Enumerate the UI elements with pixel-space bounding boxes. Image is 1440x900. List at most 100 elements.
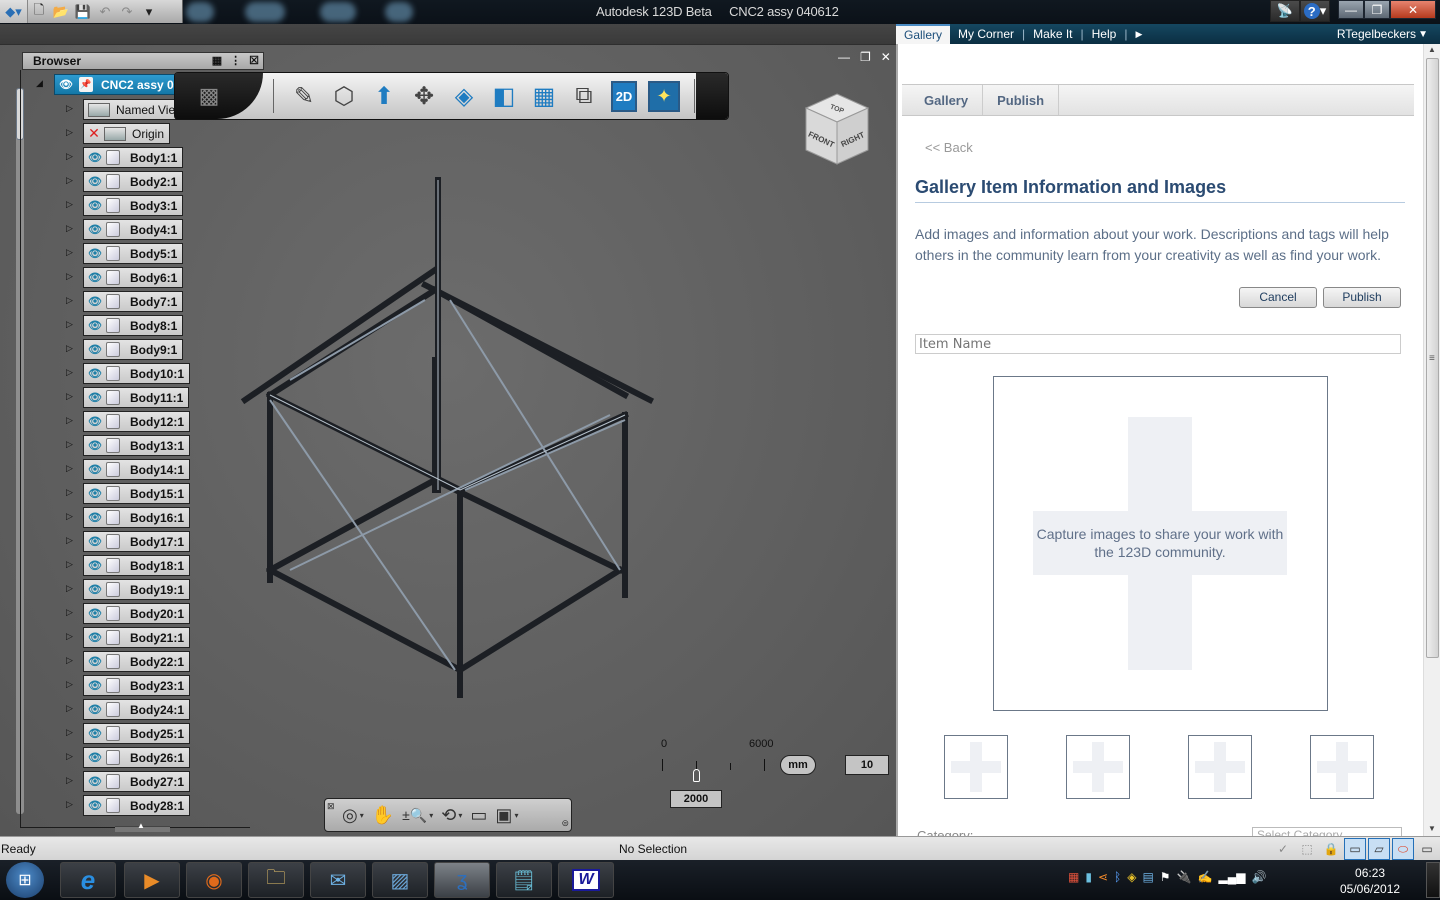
expand-arrow-icon[interactable]: ▷: [66, 607, 73, 618]
combine-tool[interactable]: ◧: [484, 76, 524, 116]
new-file-icon[interactable]: 🗋: [28, 2, 50, 22]
tree-node-body[interactable]: ▷ 👁 Body2:1: [66, 171, 184, 192]
show-desktop-button[interactable]: [1426, 862, 1440, 898]
tree-node-body[interactable]: ▷ 👁 Body24:1: [66, 699, 191, 720]
minimize-button[interactable]: —: [1338, 0, 1364, 19]
expand-arrow-icon[interactable]: ▷: [66, 583, 73, 594]
tree-node-body[interactable]: ▷ 👁 Body22:1: [66, 651, 191, 672]
expand-arrow-icon[interactable]: ▷: [66, 775, 73, 786]
tree-node-body[interactable]: ▷ 👁 Body23:1: [66, 675, 191, 696]
expand-arrow-icon[interactable]: ▷: [66, 439, 73, 450]
visibility-eye-icon[interactable]: 👁: [86, 463, 104, 476]
network-share-icon[interactable]: ⋖: [1098, 870, 1108, 884]
visibility-eye-icon[interactable]: 👁: [86, 535, 104, 548]
breadcrumb-gallery[interactable]: Gallery: [902, 85, 984, 115]
nav-toolbar-close-icon[interactable]: ⊠: [327, 801, 335, 812]
expand-arrow-icon[interactable]: ▷: [66, 415, 73, 426]
chevron-down-icon[interactable]: ▾: [360, 811, 364, 820]
volume-icon[interactable]: 🔊: [1251, 870, 1266, 884]
measure-tool[interactable]: ◈: [444, 76, 484, 116]
expand-arrow-icon[interactable]: ▷: [66, 367, 73, 378]
view-style-tool[interactable]: ▣ ▾: [492, 800, 521, 830]
expand-arrow-icon[interactable]: ▷: [66, 487, 73, 498]
expand-arrow-icon[interactable]: ▷: [66, 703, 73, 714]
visibility-eye-icon[interactable]: 👁: [86, 271, 104, 284]
panel-scrollbar[interactable]: ▲ ▼: [1423, 44, 1440, 836]
viewport-close-icon[interactable]: ✕: [881, 50, 891, 64]
open-folder-icon[interactable]: 📂: [50, 2, 72, 22]
taskbar-app-notepad[interactable]: 🗒: [496, 862, 552, 898]
bluetooth-icon[interactable]: ᛒ: [1114, 870, 1121, 884]
visibility-eye-icon[interactable]: 👁: [86, 511, 104, 524]
2d-drawing-tool[interactable]: 2D: [604, 76, 644, 116]
tree-node-body[interactable]: ▷ 👁 Body18:1: [66, 555, 191, 576]
device-icon[interactable]: ▮: [1085, 870, 1092, 884]
visibility-eye-icon[interactable]: 👁: [86, 679, 104, 692]
tree-node-body[interactable]: ▷ 👁 Body20:1: [66, 603, 191, 624]
scale-value-field[interactable]: 2000: [670, 790, 722, 808]
expand-arrow-icon[interactable]: ▷: [66, 343, 73, 354]
tree-node-body[interactable]: ▷ 👁 Body15:1: [66, 483, 191, 504]
cancel-button[interactable]: Cancel: [1239, 287, 1317, 308]
expand-arrow-icon[interactable]: ▷: [66, 559, 73, 570]
grid-step-field[interactable]: 10: [845, 755, 889, 775]
grid-toggle-icon[interactable]: ▭: [1344, 838, 1366, 860]
tree-node-body[interactable]: ▷ 👁 Body4:1: [66, 219, 184, 240]
taskbar-app-internet-explorer[interactable]: e: [60, 862, 116, 898]
start-button[interactable]: ⊞: [6, 862, 44, 898]
visibility-eye-icon[interactable]: 👁: [86, 295, 104, 308]
browser-collapse-handle[interactable]: [115, 821, 170, 832]
lock-icon[interactable]: 🔒: [1320, 838, 1342, 860]
power-icon[interactable]: 🔌: [1177, 870, 1192, 884]
save-icon[interactable]: 💾: [72, 2, 94, 22]
taskbar-app-microsoft-word[interactable]: W: [558, 862, 614, 898]
chevron-down-icon[interactable]: ▾: [458, 811, 462, 820]
help-button[interactable]: ? ▾: [1300, 0, 1330, 22]
tree-node-body[interactable]: ▷ 👁 Body17:1: [66, 531, 191, 552]
expand-arrow-icon[interactable]: ▷: [66, 535, 73, 546]
wifi-signal-icon[interactable]: ▂▄▆: [1218, 870, 1245, 884]
expand-arrow-icon[interactable]: ▷: [66, 751, 73, 762]
visibility-eye-icon[interactable]: 👁: [86, 199, 104, 212]
customize-dropdown-icon[interactable]: ▾: [138, 2, 160, 22]
expand-arrow-icon[interactable]: ▷: [66, 295, 73, 306]
taskbar-app-windows-live-mail[interactable]: ✉: [310, 862, 366, 898]
render-materials-tool[interactable]: ✦: [644, 76, 684, 116]
browser-close-icon[interactable]: ☒: [249, 53, 259, 69]
tree-node-body[interactable]: ▷ 👁 Body12:1: [66, 411, 191, 432]
expand-arrow-icon[interactable]: ▷: [66, 391, 73, 402]
expand-arrow-icon[interactable]: ▷: [66, 103, 73, 114]
visibility-eye-icon[interactable]: 👁: [86, 391, 104, 404]
tree-node-body[interactable]: ▷ 👁 Body25:1: [66, 723, 191, 744]
pattern-tool[interactable]: ▦: [524, 76, 564, 116]
visibility-eye-icon[interactable]: 👁: [86, 559, 104, 572]
item-name-input[interactable]: [915, 334, 1401, 354]
visibility-eye-icon[interactable]: 👁: [86, 607, 104, 620]
tree-node-body[interactable]: ▷ 👁 Body11:1: [66, 387, 190, 408]
collapse-arrow-icon[interactable]: ◢: [36, 78, 43, 89]
visibility-eye-icon[interactable]: 👁: [86, 415, 104, 428]
viewport-restore-icon[interactable]: ❐: [860, 50, 871, 64]
expand-arrow-icon[interactable]: ▷: [66, 199, 73, 210]
taskbar-app-autodesk-123d[interactable]: ʓ: [434, 862, 490, 898]
expand-arrow-icon[interactable]: ▷: [66, 799, 73, 810]
application-menu-button[interactable]: ◆▾: [0, 0, 28, 23]
expand-arrow-icon[interactable]: ▷: [66, 151, 73, 162]
bounding-box-icon[interactable]: ⬚: [1296, 838, 1318, 860]
close-window-button[interactable]: ✕: [1390, 0, 1436, 19]
more-tabs-arrow-icon[interactable]: ▶: [1127, 24, 1150, 44]
thumbnail-slot[interactable]: [944, 735, 1008, 799]
visibility-eye-icon[interactable]: 👁: [57, 78, 75, 91]
tree-node-body[interactable]: ▷ 👁 Body9:1: [66, 339, 184, 360]
expand-arrow-icon[interactable]: ▷: [66, 247, 73, 258]
tree-node-origin[interactable]: ▷ ✕ Origin: [66, 123, 171, 144]
visibility-eye-icon[interactable]: 👁: [86, 631, 104, 644]
tab-gallery[interactable]: Gallery: [896, 24, 951, 44]
scroll-thumb[interactable]: [1426, 58, 1439, 658]
checkmark-icon[interactable]: ✓: [1272, 838, 1294, 860]
tree-node-body[interactable]: ▷ 👁 Body27:1: [66, 771, 191, 792]
visibility-eye-icon[interactable]: 👁: [86, 223, 104, 236]
category-select[interactable]: Select Category: [1252, 827, 1402, 836]
user-menu-chevron-icon[interactable]: ▼: [1418, 29, 1428, 40]
visibility-eye-icon[interactable]: 👁: [86, 583, 104, 596]
